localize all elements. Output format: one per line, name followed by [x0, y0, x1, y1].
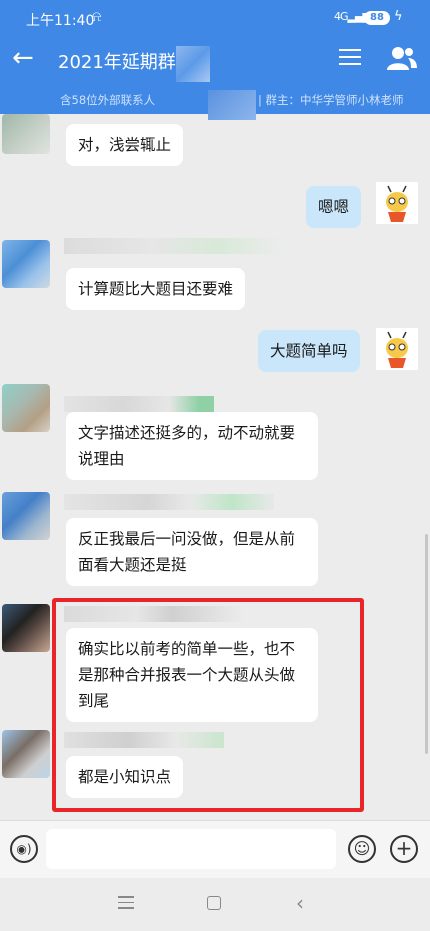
avatar-self[interactable]	[376, 182, 418, 224]
battery-icon: 88	[364, 11, 390, 25]
sender-name-mosaic	[64, 238, 284, 254]
avatar[interactable]	[2, 492, 50, 540]
status-time: 上午11:40	[26, 13, 95, 29]
home-icon[interactable]	[207, 896, 221, 910]
system-nav-bar: ‹	[0, 878, 430, 931]
member-count: 含58位外部联系人	[60, 93, 156, 107]
person-icon[interactable]	[386, 44, 418, 72]
chat-title: 2021年延期群	[58, 52, 176, 73]
top-bar: 上午11:40 ⍾ 4G▂▄▆ 88 ϟ ← 2021年延期群 含58位外部联系…	[0, 0, 430, 120]
app-bar: ← 2021年延期群	[0, 36, 430, 84]
plus-icon[interactable]: +	[390, 835, 418, 863]
scrollbar[interactable]	[425, 534, 428, 754]
message-bubble-self[interactable]: 大题简单吗	[258, 330, 360, 372]
voice-icon[interactable]: ◉)	[10, 835, 38, 863]
menu-icon[interactable]	[336, 44, 364, 72]
sender-name-mosaic	[64, 494, 274, 510]
avatar[interactable]	[2, 604, 50, 652]
sender-name-mosaic	[64, 396, 214, 412]
avatar[interactable]	[2, 384, 50, 432]
mute-bell-icon: ⍾	[92, 9, 102, 25]
avatar[interactable]	[2, 240, 50, 288]
arrow-left-icon[interactable]: ←	[12, 44, 40, 72]
title-mosaic	[176, 46, 210, 82]
input-bar: ◉) ☺ +	[0, 820, 430, 878]
message-bubble[interactable]: 对，浅尝辄止	[66, 124, 184, 166]
message-input[interactable]	[46, 829, 336, 869]
status-bar: 上午11:40 ⍾ 4G▂▄▆ 88 ϟ	[0, 0, 430, 36]
back-icon[interactable]: ‹	[296, 891, 304, 915]
charging-icon: ϟ	[394, 9, 403, 24]
message-bubble-self[interactable]: 嗯嗯	[306, 186, 362, 228]
group-owner: | 群主：中华学管师小林老师	[258, 93, 404, 107]
avatar[interactable]	[2, 114, 50, 154]
avatar-self[interactable]	[376, 328, 418, 370]
avatar[interactable]	[2, 730, 50, 778]
message-bubble[interactable]: 反正我最后一问没做，但是从前面看大题还是挺	[66, 518, 318, 586]
recent-apps-icon[interactable]	[118, 896, 134, 910]
message-bubble[interactable]: 计算题比大题目还要难	[66, 268, 246, 310]
message-bubble[interactable]: 文字描述还挺多的，动不动就要说理由	[66, 412, 318, 480]
highlight-box	[52, 598, 364, 812]
emoji-icon[interactable]: ☺	[348, 835, 376, 863]
